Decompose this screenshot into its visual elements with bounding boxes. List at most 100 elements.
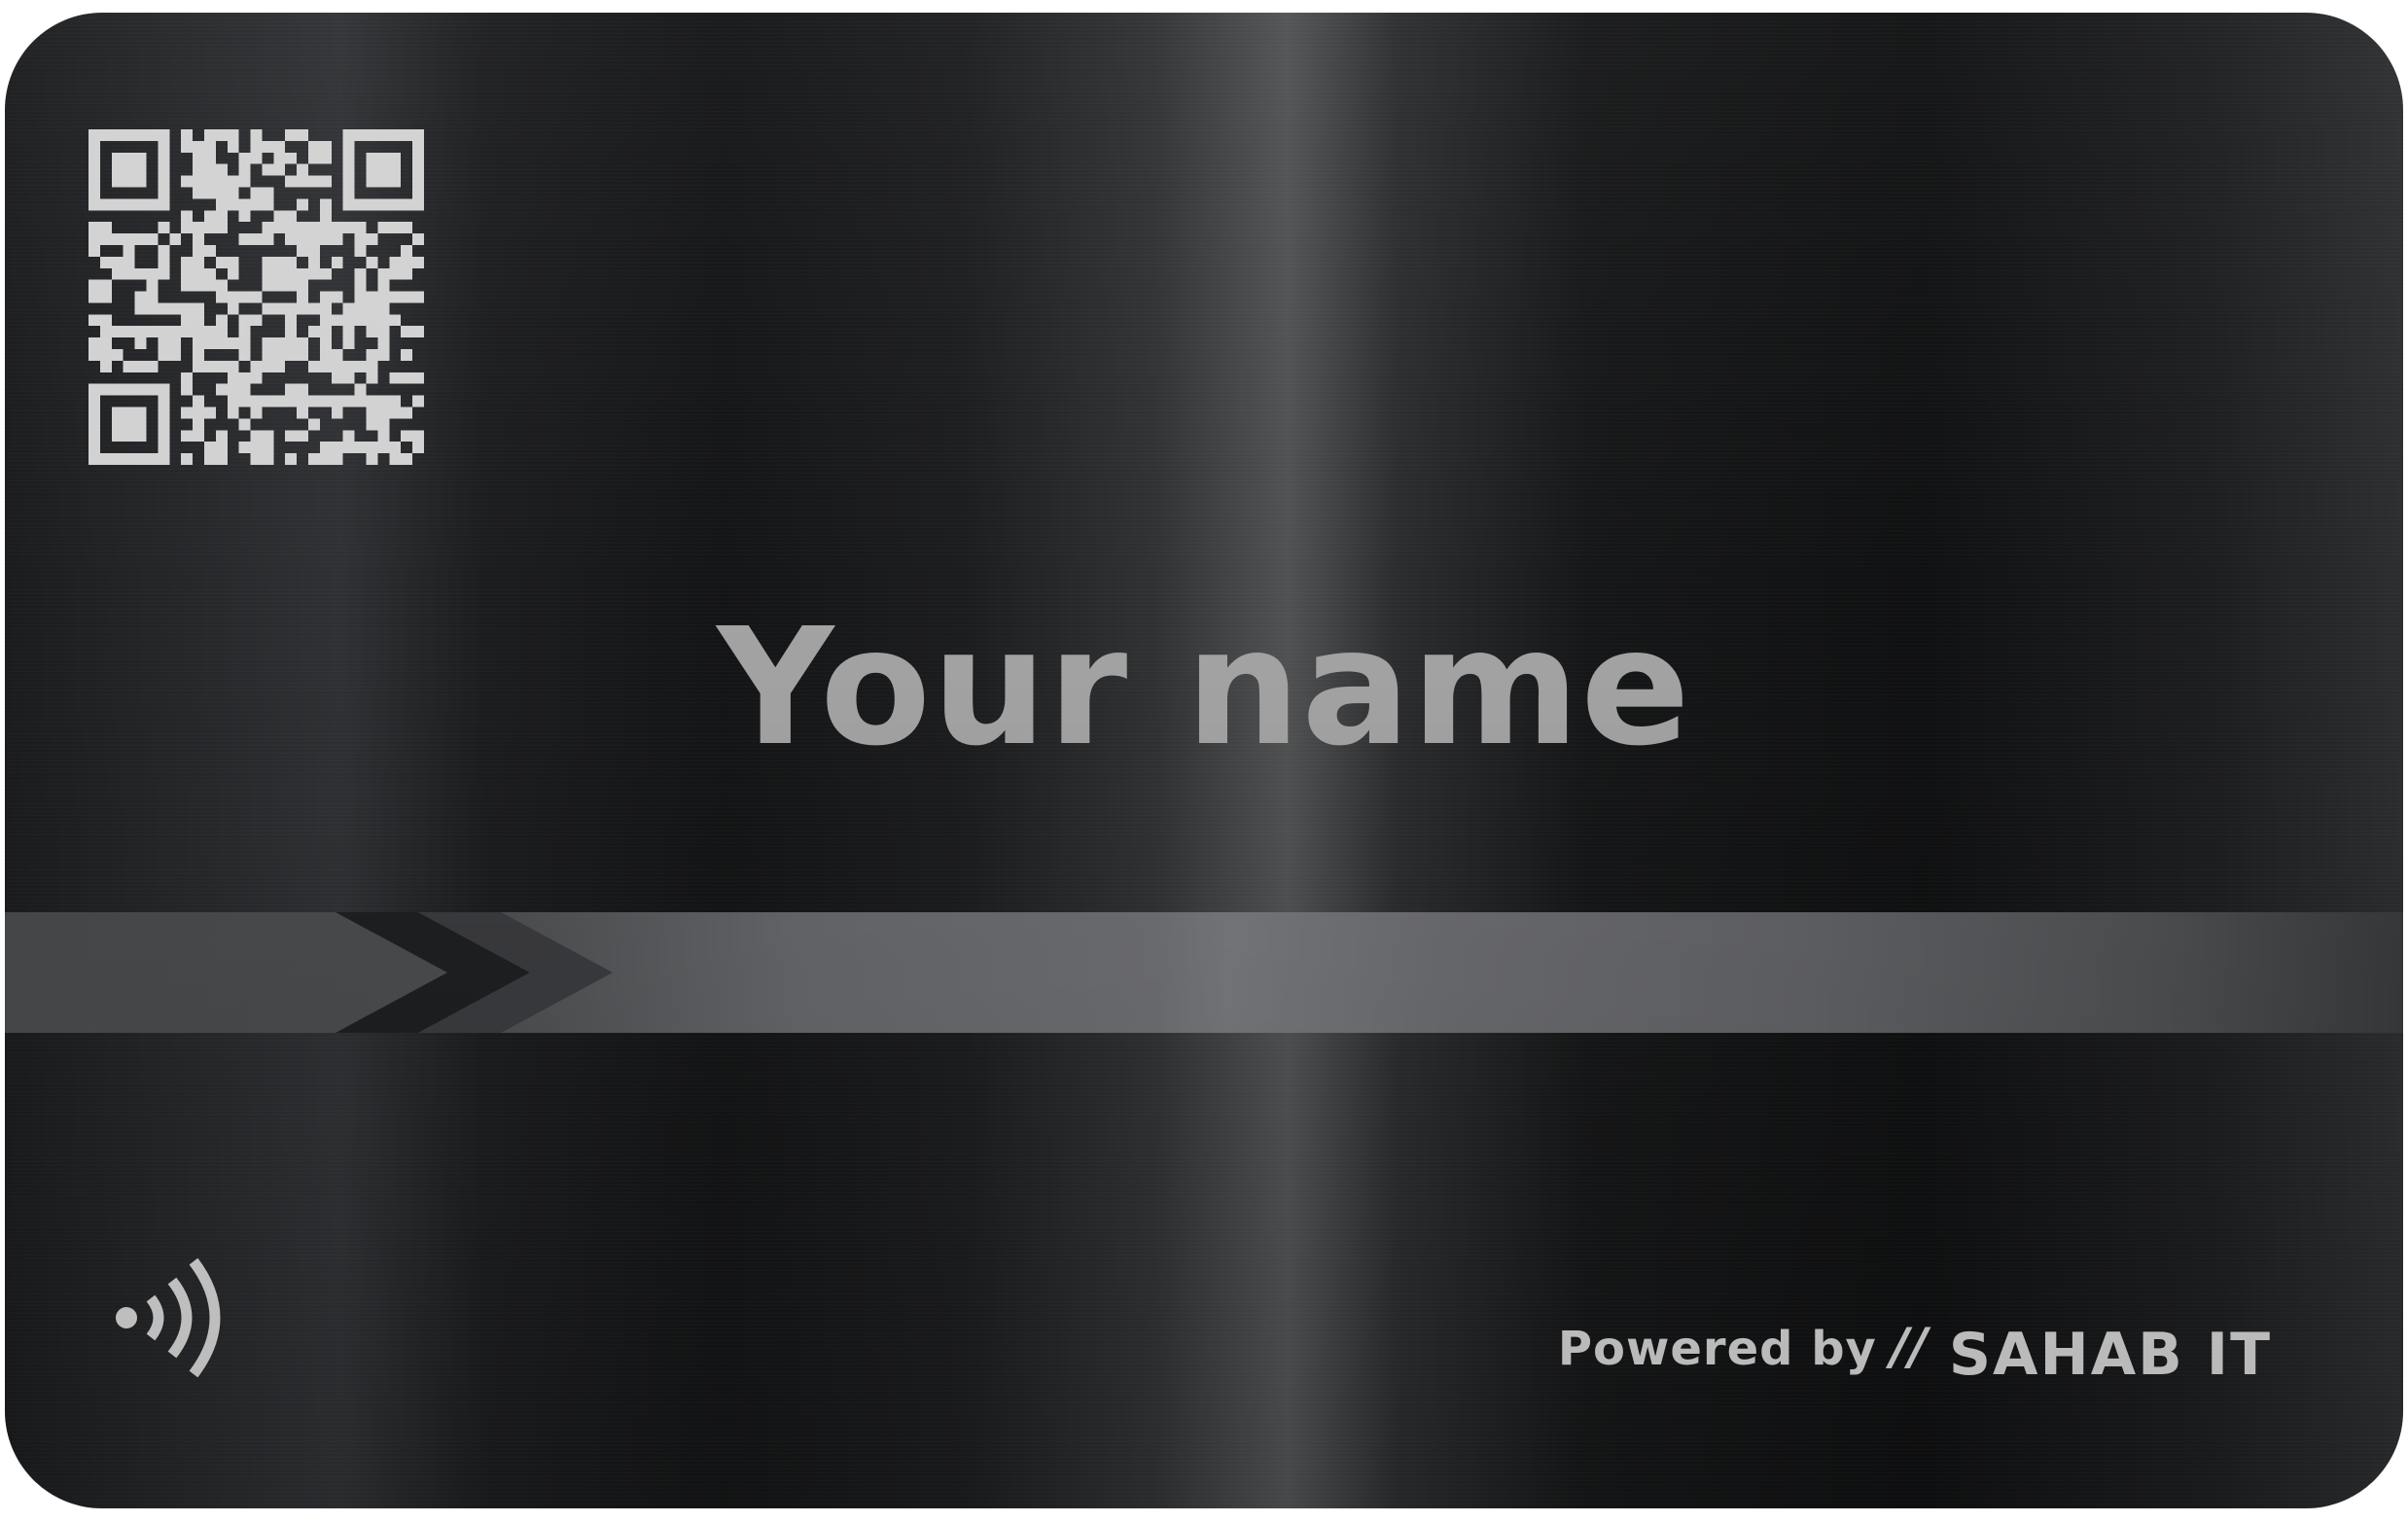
qr-module <box>250 407 263 419</box>
qr-module <box>273 152 286 164</box>
qr-module <box>181 372 194 384</box>
qr-module <box>193 140 204 153</box>
qr-module <box>342 198 355 211</box>
qr-module <box>111 407 124 419</box>
qr-module <box>389 152 402 164</box>
qr-module <box>203 210 216 223</box>
qr-module <box>215 198 228 211</box>
qr-module <box>181 314 194 327</box>
qr-module <box>377 279 390 292</box>
qr-module <box>134 152 147 164</box>
qr-module <box>389 442 402 454</box>
qr-module <box>285 210 298 223</box>
qr-module <box>308 267 320 280</box>
qr-module <box>342 175 355 188</box>
qr-module <box>331 407 343 419</box>
qr-module <box>377 395 390 407</box>
qr-module <box>377 152 390 164</box>
qr-module <box>99 291 112 303</box>
qr-module <box>99 337 112 350</box>
qr-module <box>181 430 194 442</box>
qr-module <box>134 326 147 338</box>
qr-module <box>123 152 135 164</box>
qr-module <box>366 372 378 384</box>
qr-module <box>158 256 170 268</box>
qr-module <box>342 222 355 234</box>
qr-module <box>134 302 147 315</box>
qr-module <box>262 256 274 268</box>
qr-module <box>250 140 263 153</box>
qr-module <box>273 349 286 361</box>
qr-module <box>389 453 402 465</box>
qr-module <box>389 407 402 419</box>
qr-module <box>401 407 413 419</box>
qr-module <box>262 442 274 454</box>
qr-module <box>354 360 367 372</box>
qr-module <box>203 267 216 280</box>
qr-module <box>377 175 390 188</box>
qr-module <box>89 314 100 327</box>
qr-module <box>134 198 147 211</box>
qr-module <box>158 129 170 141</box>
qr-module <box>297 279 309 292</box>
qr-module <box>285 337 298 350</box>
qr-module <box>308 222 320 234</box>
qr-module <box>158 326 170 338</box>
qr-module <box>238 337 251 350</box>
qr-module <box>89 383 100 396</box>
qr-module <box>308 244 320 257</box>
qr-module <box>227 175 239 188</box>
qr-module <box>319 140 332 153</box>
brand-separator: // <box>1890 1318 1928 1376</box>
qr-module <box>193 430 204 442</box>
qr-module <box>285 302 298 315</box>
qr-module <box>193 349 204 361</box>
qr-module <box>250 453 263 465</box>
qr-module <box>146 453 159 465</box>
qr-module <box>262 453 274 465</box>
qr-module <box>285 267 298 280</box>
qr-module <box>238 383 251 396</box>
qr-module <box>354 442 367 454</box>
qr-module <box>134 418 147 431</box>
qr-module <box>377 407 390 419</box>
qr-module <box>412 152 424 164</box>
qr-module <box>389 291 402 303</box>
qr-module <box>354 233 367 245</box>
qr-module <box>134 291 147 303</box>
qr-module <box>193 407 204 419</box>
qr-module <box>401 430 413 442</box>
qr-module <box>331 360 343 372</box>
qr-module <box>297 291 309 303</box>
qr-module <box>158 222 170 234</box>
qr-module <box>111 326 124 338</box>
qr-module <box>89 175 100 188</box>
qr-module <box>297 198 309 211</box>
qr-module <box>158 430 170 442</box>
qr-module <box>134 267 147 280</box>
qr-module <box>215 210 228 223</box>
qr-module <box>342 442 355 454</box>
qr-module <box>285 233 298 245</box>
qr-module <box>227 407 239 419</box>
qr-module <box>89 163 100 176</box>
qr-module <box>215 383 228 396</box>
qr-module <box>158 267 170 280</box>
qr-module <box>111 349 124 361</box>
qr-module <box>158 383 170 396</box>
qr-module <box>203 152 216 164</box>
qr-module <box>273 256 286 268</box>
qr-module <box>366 129 378 141</box>
qr-module <box>181 326 194 338</box>
qr-module <box>412 372 424 384</box>
qr-module <box>203 337 216 350</box>
qr-module <box>366 349 378 361</box>
qr-module <box>203 187 216 199</box>
qr-module <box>215 163 228 176</box>
qr-module <box>111 198 124 211</box>
qr-module <box>89 453 100 465</box>
qr-module <box>262 140 274 153</box>
qr-module <box>215 187 228 199</box>
qr-module <box>319 210 332 223</box>
qr-module <box>111 129 124 141</box>
